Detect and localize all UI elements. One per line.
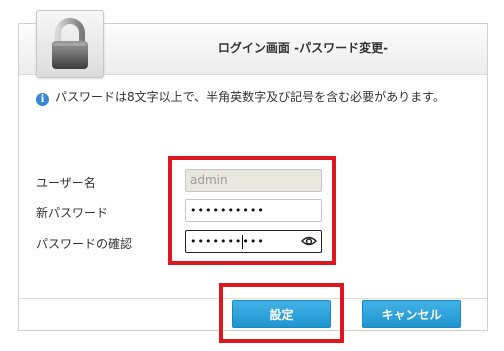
dialog-title: ログイン画面 -パスワード変更- <box>217 41 389 55</box>
password-requirement-note: i パスワードは8文字以上で、半角英数字及び記号を含む必要があります。 <box>36 87 466 108</box>
username-label: ユーザー名 <box>36 176 96 190</box>
dialog-header: ログイン画面 -パスワード変更- <box>19 10 487 78</box>
new-password-label: 新パスワード <box>36 206 109 220</box>
info-text: パスワードは8文字以上で、半角英数字及び記号を含む必要があります。 <box>55 90 445 104</box>
info-icon: i <box>36 93 49 106</box>
cancel-button[interactable]: キャンセル <box>362 300 461 328</box>
save-button-highlight-box <box>219 283 344 343</box>
lock-icon <box>36 10 104 78</box>
form-highlight-box <box>168 156 336 265</box>
confirm-password-label: パスワードの確認 <box>36 237 133 251</box>
